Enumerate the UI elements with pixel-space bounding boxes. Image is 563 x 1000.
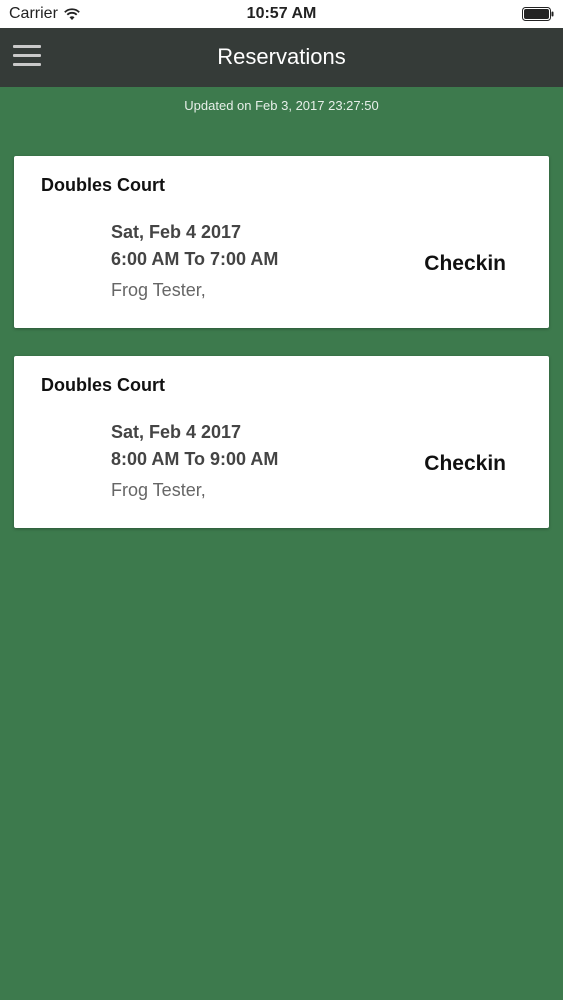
court-name: Doubles Court: [41, 175, 165, 195]
reservation-card: Doubles Court Sat, Feb 4 2017 6:00 AM To…: [14, 156, 549, 328]
nav-bar: Reservations: [0, 28, 563, 87]
court-name: Doubles Court: [41, 375, 165, 395]
reservation-card: Doubles Court Sat, Feb 4 2017 8:00 AM To…: [14, 356, 549, 528]
reservation-person: Frog Tester,: [111, 480, 206, 500]
page-title: Reservations: [217, 44, 346, 69]
reservation-date: Sat, Feb 4 2017: [111, 222, 242, 242]
reservation-person: Frog Tester,: [111, 280, 206, 300]
status-bar: Carrier 10:57 AM: [0, 0, 563, 28]
status-time: 10:57 AM: [246, 5, 317, 22]
battery-icon: [522, 7, 554, 21]
reservation-time: 8:00 AM To 9:00 AM: [111, 449, 279, 469]
checkin-button[interactable]: Checkin: [424, 452, 506, 476]
reservation-time: 6:00 AM To 7:00 AM: [111, 249, 279, 269]
updated-timestamp: Updated on Feb 3, 2017 23:27:50: [184, 98, 379, 113]
checkin-button[interactable]: Checkin: [424, 252, 506, 276]
reservation-date: Sat, Feb 4 2017: [111, 422, 242, 442]
